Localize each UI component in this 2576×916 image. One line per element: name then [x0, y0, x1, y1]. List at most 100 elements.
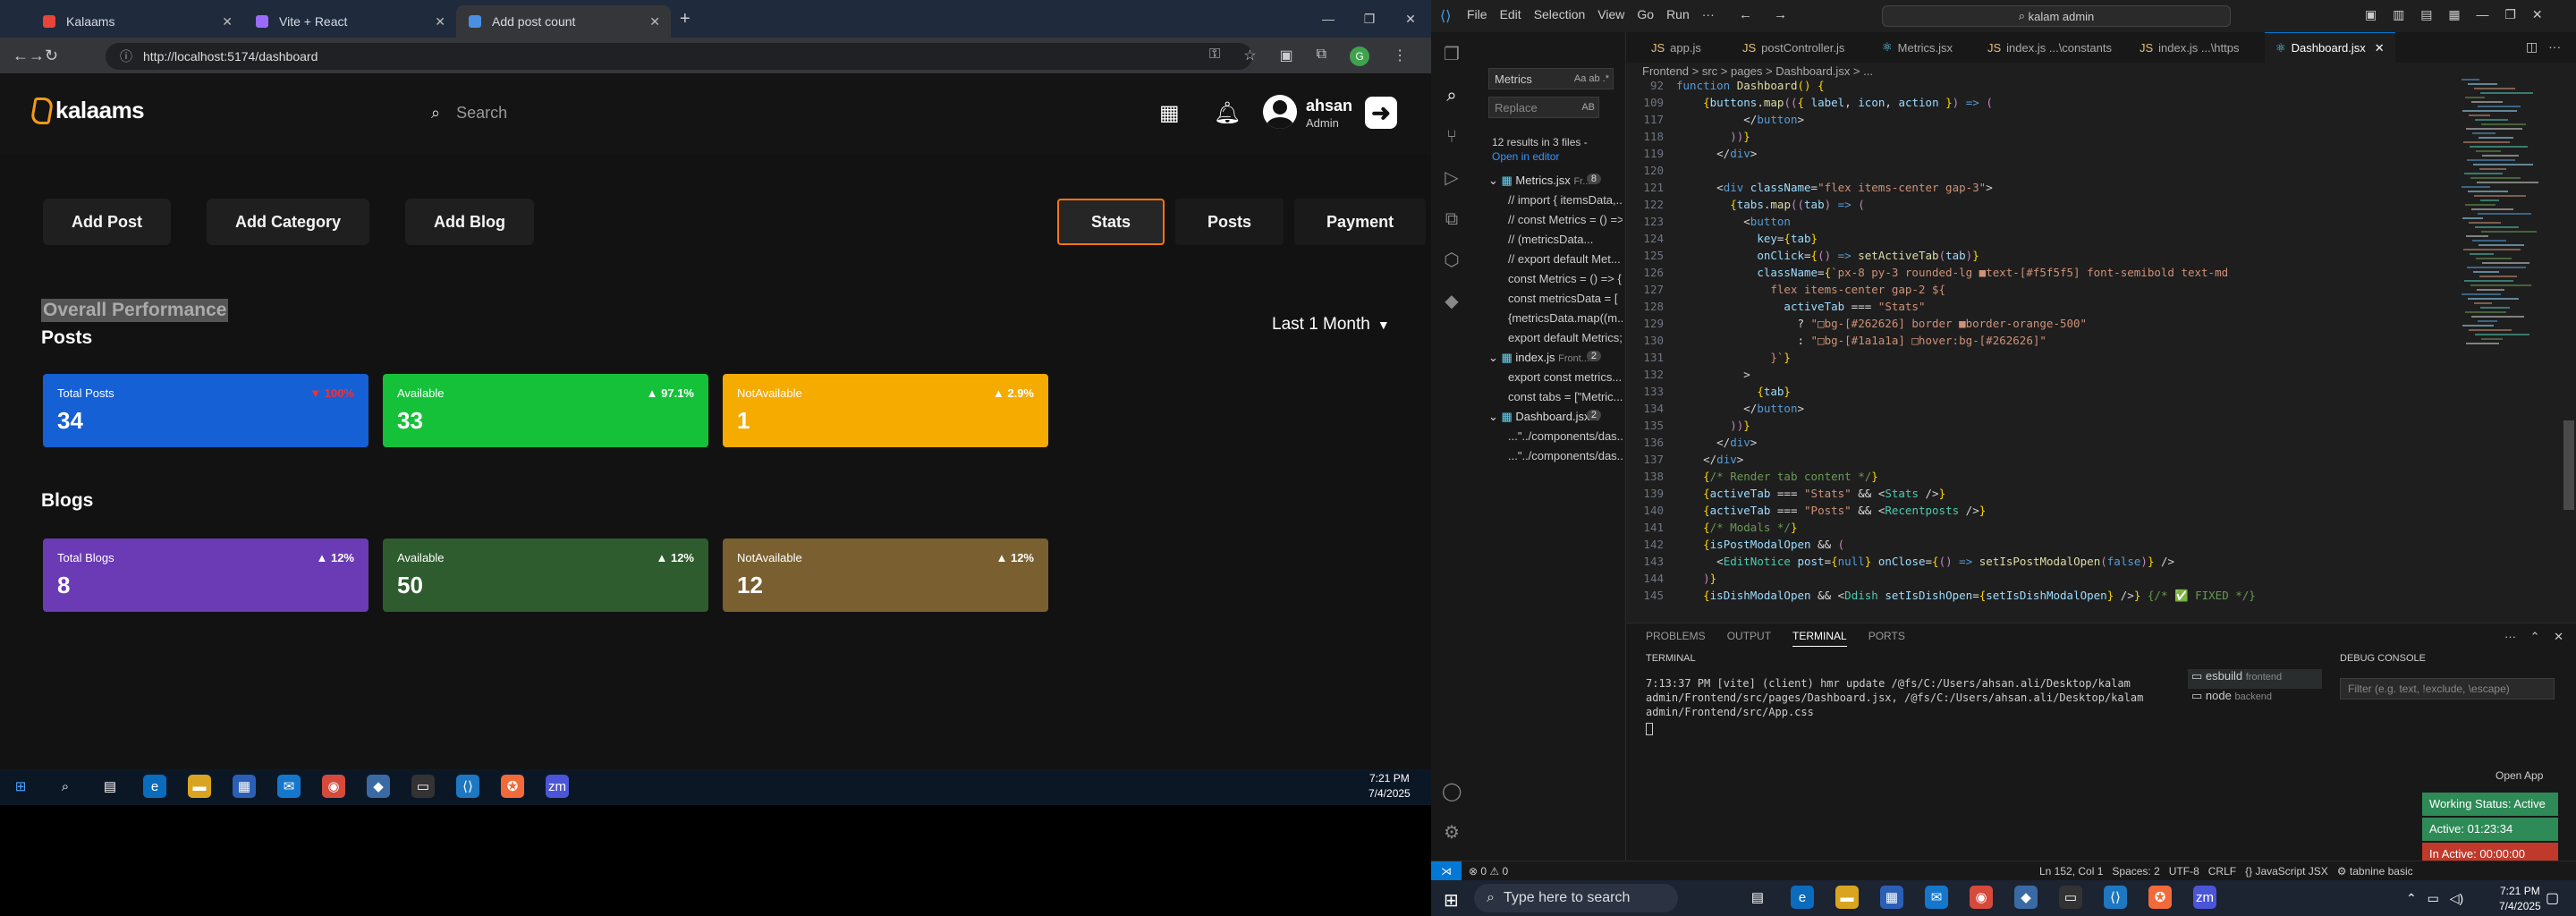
panel-tab-terminal[interactable]: TERMINAL	[1792, 630, 1847, 647]
debug-filter-input[interactable]: Filter (e.g. text, !exclude, \escape)	[2340, 678, 2555, 700]
mail-icon[interactable]: ✉	[277, 775, 301, 798]
search-options-icon[interactable]: Aa ab .*	[1574, 73, 1609, 84]
menu-more[interactable]: ···	[1702, 7, 1715, 21]
app-icon[interactable]: ◆	[2014, 886, 2038, 909]
menu-icon[interactable]: ⋮	[1393, 47, 1407, 66]
profile-avatar[interactable]: G	[1350, 47, 1370, 66]
bookmark-star-icon[interactable]: ☆	[1243, 47, 1256, 66]
network-icon[interactable]: ▭	[2428, 891, 2439, 905]
forward-icon[interactable]: →	[29, 47, 45, 64]
source-control-icon[interactable]: ⑂	[1442, 127, 1462, 147]
notification-icon[interactable]: ▢	[2546, 889, 2559, 907]
extension-icon[interactable]: ▣	[1280, 47, 1293, 66]
search-result-match[interactable]: // import { itemsData,...	[1508, 193, 1623, 207]
open-app-button[interactable]: Open App	[2496, 769, 2543, 782]
search-icon[interactable]: ⌕	[54, 775, 77, 798]
site-info-icon[interactable]: ⓘ	[120, 47, 132, 65]
menu-go[interactable]: Go	[1637, 7, 1654, 21]
menu-edit[interactable]: Edit	[1500, 7, 1521, 21]
layout-icon[interactable]: ▤	[2420, 7, 2432, 21]
replace-input[interactable]: Replace AB	[1488, 97, 1599, 118]
windows-start-icon[interactable]: ⊞	[9, 775, 32, 798]
code-editor[interactable]: 92 function Dashboard() {109 {buttons.map…	[1626, 79, 2547, 615]
open-in-editor-link[interactable]: Open in editor	[1492, 150, 1559, 163]
search-result-match[interactable]: ..."../components/das...	[1508, 449, 1623, 462]
search-result-match[interactable]: const Metrics = () => {	[1508, 272, 1623, 285]
terminal-item[interactable]: ▭ esbuild frontend	[2188, 669, 2322, 689]
volume-icon[interactable]: ◁)	[2450, 891, 2463, 905]
status-right-info[interactable]: Ln 152, Col 1 Spaces: 2 UTF-8 CRLF {} Ja…	[2039, 865, 2413, 878]
terminal-output[interactable]: 7:13:37 PM [vite] (client) hmr update /@…	[1646, 676, 2174, 735]
add-post-button[interactable]: Add Post	[43, 199, 171, 245]
edge-icon[interactable]: e	[143, 775, 166, 798]
settings-gear-icon[interactable]: ⚙	[1442, 823, 1462, 843]
close-tab-icon[interactable]: ✕	[2375, 41, 2385, 55]
vscode-icon[interactable]: ⟨⟩	[2104, 886, 2127, 909]
windows-start-icon[interactable]: ⊞	[1444, 889, 1459, 912]
search-result-match[interactable]: // export default Met...	[1508, 252, 1623, 266]
layout-icon[interactable]: ▥	[2393, 7, 2404, 21]
add-category-button[interactable]: Add Category	[207, 199, 370, 245]
reload-icon[interactable]: ↻	[45, 47, 58, 64]
close-panel-icon[interactable]: ✕	[2554, 630, 2563, 643]
remote-indicator-icon[interactable]: ⋊	[1431, 861, 1462, 881]
editor-tab-dashboard[interactable]: ⚛ Dashboard.jsx ✕	[2265, 32, 2395, 63]
brand-logo[interactable]: kalaams	[30, 97, 145, 124]
terminal-item[interactable]: ▭ node backend	[2188, 689, 2322, 708]
user-avatar[interactable]	[1263, 95, 1297, 129]
task-view-icon[interactable]: ▤	[98, 775, 122, 798]
terminal-icon[interactable]: ▭	[2059, 886, 2082, 909]
preserve-case-icon[interactable]: AB	[1581, 102, 1595, 113]
editor-tab-app-js[interactable]: JS app.js	[1640, 32, 1712, 63]
maximize-icon[interactable]: ❐	[2504, 7, 2516, 21]
store-icon[interactable]: ▦	[233, 775, 256, 798]
chevron-up-icon[interactable]: ⌃	[2406, 891, 2417, 905]
close-tab-icon[interactable]: ✕	[649, 14, 660, 30]
add-blog-button[interactable]: Add Blog	[405, 199, 534, 245]
maximize-icon[interactable]: ❐	[1349, 0, 1390, 38]
zoom-icon[interactable]: zm	[2193, 886, 2216, 909]
tab-posts[interactable]: Posts	[1175, 199, 1284, 245]
edge-icon[interactable]: e	[1791, 886, 1814, 909]
menu-selection[interactable]: Selection	[1534, 7, 1586, 21]
menu-file[interactable]: File	[1467, 7, 1487, 21]
close-window-icon[interactable]: ✕	[2532, 7, 2543, 21]
minimize-icon[interactable]: —	[2477, 7, 2489, 21]
terminal-icon[interactable]: ▭	[411, 775, 435, 798]
search-result-match[interactable]: ..."../components/das...	[1508, 429, 1623, 443]
password-key-icon[interactable]: ⚿	[1209, 47, 1220, 66]
range-select[interactable]: Last 1 Month ▼	[1272, 315, 1390, 335]
search-result-file[interactable]: ⌄ ▦ Dashboard.jsx... 2	[1488, 410, 1603, 424]
command-center[interactable]: ⌕ kalam admin	[1882, 5, 2231, 27]
search-input[interactable]: Search	[456, 104, 507, 123]
postman-icon[interactable]: ✪	[501, 775, 524, 798]
search-query-input[interactable]: Metrics Aa ab .*	[1488, 68, 1614, 89]
tab-stats[interactable]: Stats	[1057, 199, 1165, 245]
maximize-panel-icon[interactable]: ⌃	[2530, 630, 2540, 643]
close-window-icon[interactable]: ✕	[1390, 0, 1431, 38]
menu-view[interactable]: View	[1597, 7, 1624, 21]
search-result-match[interactable]: export default Metrics;	[1508, 331, 1623, 344]
editor-tab-postcontroller[interactable]: JS postController.js	[1732, 32, 1855, 63]
search-result-file[interactable]: ⌄ ▦ index.js Front... 2	[1488, 351, 1603, 365]
new-tab-icon[interactable]: +	[680, 9, 691, 30]
more-actions-icon[interactable]: ···	[2548, 39, 2561, 54]
file-explorer-icon[interactable]: ▬	[1835, 886, 1859, 909]
forward-icon[interactable]: →	[1774, 7, 1787, 22]
close-tab-icon[interactable]: ✕	[222, 14, 233, 30]
editor-tab-index-https[interactable]: JS index.js ...\https	[2129, 32, 2250, 63]
app-icon[interactable]: ◆	[367, 775, 390, 798]
search-result-match[interactable]: const tabs = ["Metric...	[1508, 390, 1623, 403]
back-icon[interactable]: ←	[1739, 7, 1752, 22]
browser-tab-1[interactable]: Kalaams ✕	[30, 5, 243, 38]
panel-tab-problems[interactable]: PROBLEMS	[1646, 630, 1706, 647]
minimize-icon[interactable]: —	[1308, 0, 1349, 38]
postman-icon[interactable]: ✪	[2148, 886, 2172, 909]
search-result-match[interactable]: // (metricsData...	[1508, 233, 1623, 246]
search-result-match[interactable]: const metricsData = [	[1508, 292, 1623, 305]
store-icon[interactable]: ▦	[1880, 886, 1903, 909]
tabnine-icon[interactable]: ◆	[1442, 292, 1462, 311]
vscode-icon[interactable]: ⟨⟩	[456, 775, 479, 798]
browser-tab-3[interactable]: Add post count ✕	[456, 5, 671, 38]
panel-tab-output[interactable]: OUTPUT	[1727, 630, 1771, 647]
